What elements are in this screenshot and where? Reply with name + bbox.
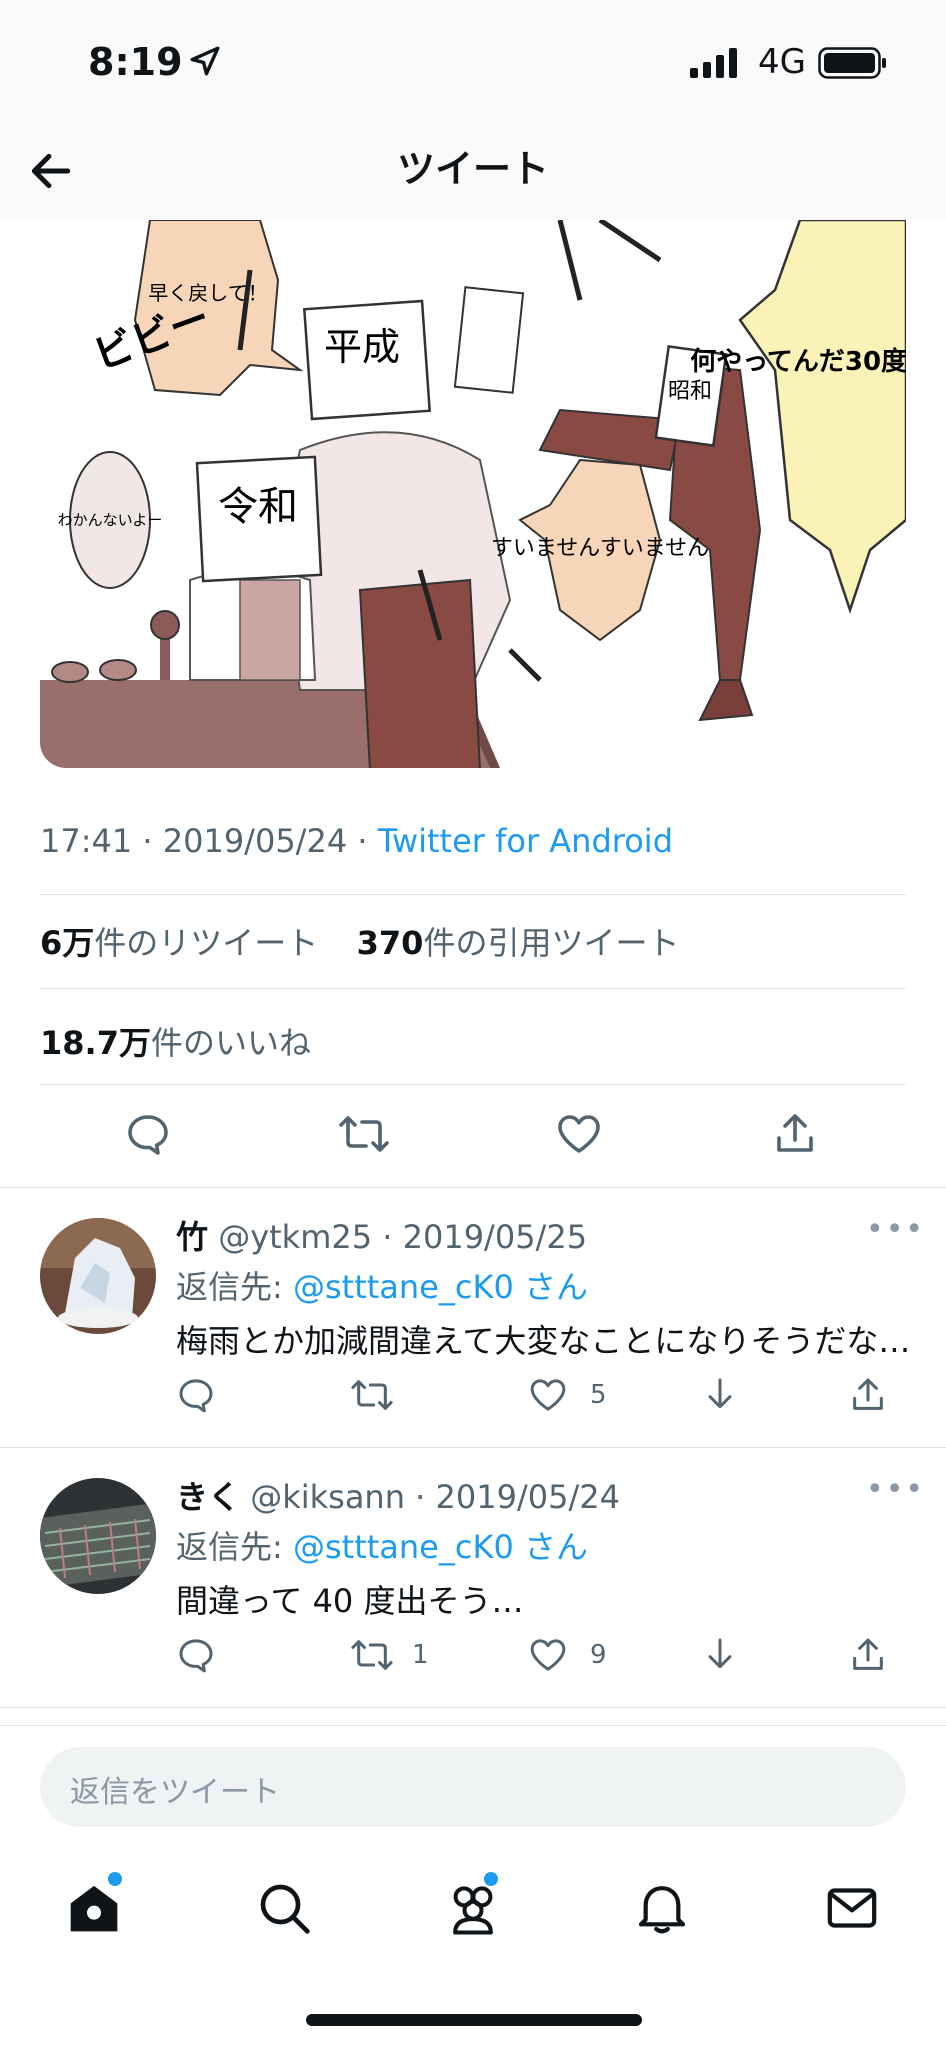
download-arrow-icon[interactable] bbox=[700, 1635, 740, 1675]
share-icon[interactable] bbox=[771, 1110, 819, 1158]
like-heart-icon[interactable] bbox=[555, 1110, 603, 1158]
reply-to-user-link[interactable]: @stttane_cK0 さん bbox=[293, 1528, 588, 1566]
share-icon[interactable] bbox=[848, 1375, 888, 1415]
compose-placeholder: 返信をツイート bbox=[70, 1775, 280, 1810]
home-icon[interactable] bbox=[66, 1880, 122, 1936]
divider bbox=[0, 1707, 946, 1708]
tweet-source-link[interactable]: Twitter for Android bbox=[378, 822, 673, 860]
reiwa-paper-head: 令和 bbox=[195, 455, 323, 583]
label-reiwa: 令和 bbox=[218, 484, 298, 530]
network-type: 4G bbox=[758, 42, 806, 82]
home-indicator[interactable] bbox=[306, 2014, 642, 2026]
location-arrow-icon bbox=[190, 46, 220, 76]
retweet-count-link[interactable]: 6万件のリツイート bbox=[40, 924, 318, 962]
battery-icon bbox=[818, 47, 886, 79]
retweet-icon[interactable] bbox=[338, 1110, 390, 1158]
reply-author-name[interactable]: 竹 bbox=[176, 1218, 208, 1256]
reply-to-user-link[interactable]: @stttane_cK0 さん bbox=[293, 1268, 588, 1306]
like-count: 9 bbox=[590, 1640, 607, 1670]
messages-envelope-icon[interactable] bbox=[824, 1880, 880, 1936]
reply-author-handle[interactable]: @ytkm25 bbox=[218, 1218, 372, 1256]
cellular-signal-icon bbox=[690, 48, 737, 78]
status-time: 8:19 bbox=[88, 40, 183, 84]
reply-to-line: 返信先: @stttane_cK0 さん bbox=[176, 1528, 588, 1566]
reply-text: 間違って 40 度出そう… bbox=[176, 1582, 524, 1620]
communities-icon[interactable] bbox=[444, 1880, 502, 1936]
tweet-date: 2019/05/24 bbox=[162, 822, 348, 860]
retweet-count: 1 bbox=[412, 1640, 429, 1670]
like-count: 5 bbox=[590, 1380, 607, 1410]
download-arrow-icon[interactable] bbox=[700, 1375, 740, 1415]
divider bbox=[0, 1725, 946, 1726]
communities-notification-dot bbox=[484, 1872, 498, 1886]
reply-compose-input[interactable]: 返信をツイート bbox=[40, 1747, 906, 1827]
page-title: ツイート bbox=[396, 147, 549, 191]
bubble-wakannai: わかんないよー bbox=[58, 511, 163, 529]
more-options-icon[interactable]: ••• bbox=[866, 1212, 925, 1247]
reply-date: 2019/05/25 bbox=[402, 1218, 588, 1256]
divider bbox=[0, 1447, 946, 1448]
reply-icon[interactable] bbox=[124, 1110, 172, 1158]
divider bbox=[40, 894, 906, 895]
tweet-stats-row: 6万件のリツイート 370件の引用ツイート bbox=[40, 918, 679, 964]
quote-count-link[interactable]: 370件の引用ツイート bbox=[357, 924, 680, 962]
reply-icon[interactable] bbox=[176, 1635, 216, 1675]
divider bbox=[40, 988, 906, 989]
notifications-bell-icon[interactable] bbox=[634, 1880, 690, 1936]
more-options-icon[interactable]: ••• bbox=[866, 1472, 925, 1507]
like-count-link[interactable]: 18.7万件のいいね bbox=[40, 1018, 311, 1064]
divider bbox=[0, 1187, 946, 1188]
reply-to-line: 返信先: @stttane_cK0 さん bbox=[176, 1268, 588, 1306]
reply-author-handle[interactable]: @kiksann bbox=[250, 1478, 405, 1516]
avatar[interactable] bbox=[40, 1478, 156, 1594]
retweet-icon[interactable] bbox=[350, 1635, 394, 1675]
like-heart-icon[interactable] bbox=[528, 1635, 568, 1675]
reply-author-name[interactable]: きく bbox=[176, 1478, 240, 1516]
shout-30do: 何やってんだ30度って！！ bbox=[690, 346, 906, 377]
reply-header: 竹 @ytkm25 · 2019/05/25 bbox=[176, 1218, 588, 1256]
tweet-timestamp: 17:41 · 2019/05/24 · Twitter for Android bbox=[40, 822, 673, 860]
bubble-suimasen: すいませんすいません bbox=[491, 536, 709, 561]
search-icon[interactable] bbox=[256, 1880, 312, 1936]
label-showa: 昭和 bbox=[668, 379, 712, 404]
label-heisei: 平成 bbox=[324, 325, 400, 369]
divider bbox=[40, 1084, 906, 1085]
heisei-paper-head: 平成 bbox=[302, 299, 432, 421]
like-heart-icon[interactable] bbox=[528, 1375, 568, 1415]
share-icon[interactable] bbox=[848, 1635, 888, 1675]
reply-icon[interactable] bbox=[176, 1375, 216, 1415]
comic-illustration: 平成 令和 昭和 早く戻して！ わかんないよー ビビー すいませんすいません 何… bbox=[40, 220, 906, 768]
reply-header: きく @kiksann · 2019/05/24 bbox=[176, 1478, 620, 1516]
reply-text: 梅雨とか加減間違えて大変なことになりそうだな… bbox=[176, 1322, 911, 1360]
reply-date: 2019/05/24 bbox=[435, 1478, 620, 1516]
tweet-image[interactable]: 平成 令和 昭和 早く戻して！ わかんないよー ビビー すいませんすいません 何… bbox=[40, 220, 906, 768]
home-notification-dot bbox=[108, 1872, 122, 1886]
retweet-icon[interactable] bbox=[350, 1375, 394, 1415]
tweet-time: 17:41 bbox=[40, 822, 133, 860]
avatar[interactable] bbox=[40, 1218, 156, 1334]
